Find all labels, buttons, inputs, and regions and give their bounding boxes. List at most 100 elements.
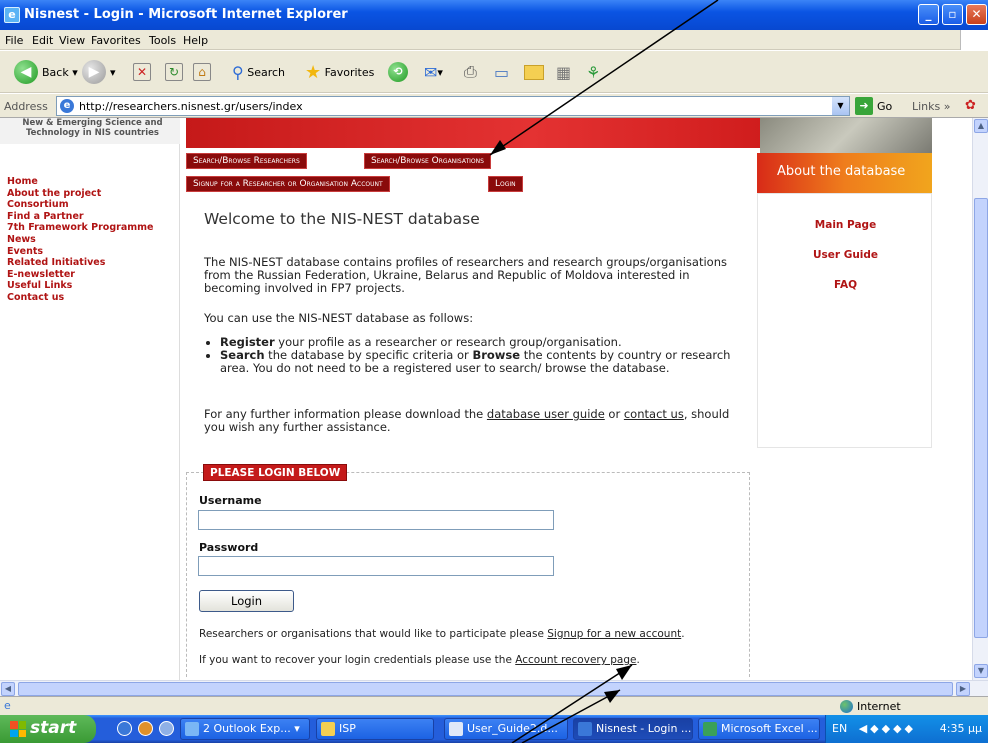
print-button[interactable]: ⎙ [464,59,477,85]
horizontal-scroll-thumb[interactable] [18,682,953,696]
user-guide-link[interactable]: User Guide [758,249,933,261]
search-organisations-button[interactable]: Search/Browse Organisations [364,153,491,169]
signup-sentence: Researchers or organisations that would … [199,628,685,640]
menu-edit[interactable]: Edit [32,34,53,47]
nav-contact-us[interactable]: Contact us [7,292,153,304]
nav-consortium[interactable]: Consortium [7,199,153,211]
further-info-paragraph: For any further information please downl… [204,408,749,434]
horizontal-scrollbar[interactable]: ◀ ▶ [0,680,988,696]
forward-button[interactable]: ▶ ▾ [82,59,116,85]
task-isp-folder[interactable]: ISP [316,718,434,740]
clock: 4:35 μμ [939,722,982,735]
menu-help[interactable]: Help [183,34,208,47]
contact-us-link[interactable]: contact us [624,407,684,421]
favorites-button[interactable]: ★ Favorites [305,59,374,85]
vertical-scrollbar[interactable]: ▲ ▼ [972,118,988,680]
refresh-icon: ↻ [165,63,183,81]
stop-button[interactable]: ✕ [133,59,151,85]
right-panel: Main Page User Guide FAQ [757,193,932,448]
further-text-2: or [604,407,624,421]
signup-button[interactable]: Signup for a Researcher or Organisation … [186,176,390,192]
desktop-quicklaunch-icon[interactable] [138,721,153,736]
signup-text: Researchers or organisations that would … [199,628,548,640]
nav-about-project[interactable]: About the project [7,188,153,200]
scroll-left-icon[interactable]: ◀ [1,682,15,696]
nav-useful-links[interactable]: Useful Links [7,280,153,292]
username-label: Username [199,494,262,507]
main-page-link[interactable]: Main Page [758,219,933,231]
tray-icons[interactable]: ◀◆◆◆◆ [859,722,916,735]
favorites-label: Favorites [324,65,375,79]
menu-favorites[interactable]: Favorites [91,34,141,47]
account-recovery-link[interactable]: Account recovery page [515,654,636,666]
nav-fp7[interactable]: 7th Framework Programme [7,222,153,234]
address-input[interactable]: e http://researchers.nisnest.gr/users/in… [56,96,850,116]
search-researchers-button[interactable]: Search/Browse Researchers [186,153,307,169]
nav-related-initiatives[interactable]: Related Initiatives [7,257,153,269]
messenger-button[interactable]: ⚘ [586,59,600,85]
vertical-scroll-thumb[interactable] [974,198,988,638]
nav-find-partner[interactable]: Find a Partner [7,211,153,223]
links-toolbar[interactable]: Links » [912,100,951,113]
minimize-button[interactable]: _ [918,4,939,25]
nav-events[interactable]: Events [7,246,153,258]
back-button[interactable]: ◀ Back ▾ [14,59,78,85]
close-button[interactable]: ✕ [966,4,987,25]
ie-quicklaunch-icon[interactable] [117,721,132,736]
search-label: Search [247,65,286,79]
login-nav-button[interactable]: Login [488,176,523,192]
folder-button[interactable] [524,59,544,85]
windows-logo-icon [960,30,988,50]
task-excel-label: Microsoft Excel ... [721,722,818,735]
search-button[interactable]: ⚲ Search [232,59,285,85]
nav-enewsletter[interactable]: E-newsletter [7,269,153,281]
username-input[interactable] [198,510,554,530]
maximize-button[interactable]: ▫ [942,4,963,25]
login-button[interactable]: Login [199,590,294,612]
use-as-paragraph: You can use the NIS-NEST database as fol… [204,311,474,325]
research-button[interactable]: ▦ [556,59,571,85]
edit-button[interactable]: ▭ [494,59,509,85]
menu-bar: File Edit View Favorites Tools Help [0,30,988,50]
refresh-button[interactable]: ↻ [165,59,183,85]
address-dropdown-icon[interactable]: ▼ [832,97,849,115]
home-button[interactable]: ⌂ [193,59,211,85]
mail-button[interactable]: ✉ ▾ [424,59,443,85]
task-excel[interactable]: Microsoft Excel ... [698,718,820,740]
signup-new-account-link[interactable]: Signup for a new account [547,628,681,640]
task-word-label: User_Guide2.d... [467,722,558,735]
menu-file[interactable]: File [5,34,23,47]
menu-view[interactable]: View [59,34,85,47]
language-indicator[interactable]: EN [832,722,847,735]
start-button[interactable]: start [0,715,96,743]
task-ie-label: Nisnest - Login ... [596,722,692,735]
nav-news[interactable]: News [7,234,153,246]
user-guide-download-link[interactable]: database user guide [487,407,605,421]
home-icon: ⌂ [193,63,211,81]
scroll-down-icon[interactable]: ▼ [974,664,988,678]
history-button[interactable]: ⟲ [388,59,412,85]
forward-arrow-icon: ▶ [82,60,106,84]
start-flag-icon [10,721,26,737]
faq-link[interactable]: FAQ [758,279,933,291]
toolbar: ◀ Back ▾ ▶ ▾ ✕ ↻ ⌂ ⚲ Search ★ Favorites ⟲… [0,51,988,93]
nav-home[interactable]: Home [7,176,153,188]
history-icon: ⟲ [388,62,408,82]
extension-icon[interactable]: ✿ [965,98,976,113]
taskbar: start 2 Outlook Exp... ▾ ISP User_Guide2… [0,715,988,743]
go-arrow-icon: ➜ [855,97,873,115]
scroll-right-icon[interactable]: ▶ [956,682,970,696]
title-bar[interactable]: e Nisnest - Login - Microsoft Internet E… [0,0,988,30]
task-word[interactable]: User_Guide2.d... [444,718,568,740]
password-input[interactable] [198,556,554,576]
about-database-title: About the database [777,164,906,179]
back-label: Back [42,65,69,79]
media-quicklaunch-icon[interactable] [159,721,174,736]
intro-paragraph: The NIS-NEST database contains profiles … [204,255,727,295]
go-button[interactable]: ➜ Go [855,97,892,115]
task-outlook[interactable]: 2 Outlook Exp... ▾ [180,718,310,740]
stop-icon: ✕ [133,63,151,81]
menu-tools[interactable]: Tools [149,34,176,47]
scroll-up-icon[interactable]: ▲ [974,119,988,133]
task-ie-nisnest[interactable]: Nisnest - Login ... [573,718,693,740]
